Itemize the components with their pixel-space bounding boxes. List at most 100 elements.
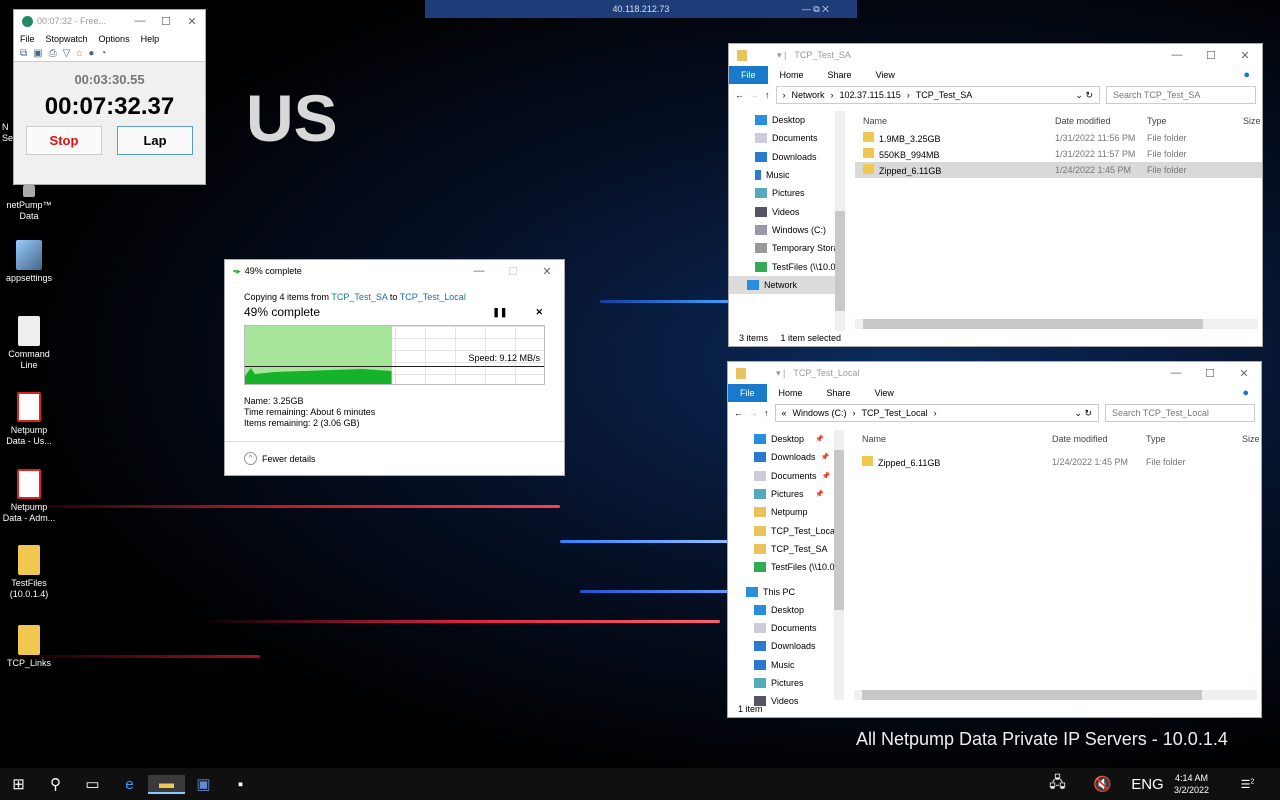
file-row[interactable]: Zipped_6.11GB 1/24/2022 1:45 PM File folde… — [854, 454, 1261, 470]
nav-item[interactable]: Downloads — [729, 148, 839, 166]
nav-item-this-pc[interactable]: This PC — [728, 582, 838, 600]
app-icon[interactable]: ▣ — [185, 775, 222, 793]
file-row-selected[interactable]: Zipped_6.11GB 1/24/2022 1:45 PM File folde… — [855, 162, 1262, 178]
file-explorer-icon[interactable]: ▬ — [148, 774, 185, 794]
quick-access-toolbar[interactable]: ▾ | — [777, 50, 786, 61]
minimize-button[interactable]: — — [1160, 49, 1194, 62]
nav-item[interactable]: Temporary Stora — [729, 239, 839, 257]
menu-file[interactable]: File — [20, 34, 35, 44]
copy-icon[interactable]: ⧉ — [20, 48, 27, 59]
up-button[interactable]: ↑ — [764, 408, 769, 418]
nav-item[interactable]: Windows (C:) — [729, 221, 839, 239]
horizontal-scrollbar[interactable] — [855, 319, 1258, 329]
remote-connection-bar[interactable]: 40.118.212.73 — ⧉ ✕ — [425, 0, 857, 18]
close-button[interactable]: ✕ — [1227, 367, 1261, 380]
notifications-icon[interactable]: ☰2 — [1229, 778, 1266, 791]
nav-item[interactable]: Pictures — [729, 184, 839, 202]
minimize-button[interactable]: — — [462, 265, 496, 278]
search-icon[interactable]: ⚲ — [37, 775, 74, 793]
fewer-details-button[interactable]: ^ Fewer details — [225, 441, 564, 475]
desktop-icon-netpump-admin-pdf[interactable]: Netpump Data - Adm... — [2, 469, 56, 524]
volume-muted-icon[interactable]: 🔇 — [1084, 775, 1121, 793]
nav-item[interactable]: TestFiles (\\10.0. — [728, 558, 838, 576]
nav-item[interactable]: Pictures — [728, 674, 838, 692]
ribbon-tab-home[interactable]: Home — [767, 388, 815, 398]
filter-icon[interactable]: ▽ — [63, 48, 71, 59]
pin-icon[interactable]: 📌 — [822, 472, 831, 480]
nav-scrollbar[interactable] — [835, 111, 845, 331]
info-icon[interactable]: ● — [88, 48, 94, 59]
cancel-button[interactable]: ✕ — [535, 307, 543, 318]
address-bar[interactable]: «Windows (C:) › TCP_Test_Local › ⌄ ↻ — [774, 404, 1099, 422]
maximize-button[interactable]: ☐ — [1193, 367, 1227, 380]
back-button[interactable]: ← — [735, 90, 744, 100]
nav-item[interactable]: TestFiles (\\10.0. — [729, 257, 839, 275]
nav-item[interactable]: Downloads 📌 — [728, 448, 838, 466]
network-icon[interactable]: 🖧 — [1039, 772, 1076, 797]
maximize-button[interactable]: ☐ — [153, 15, 179, 28]
nav-item-network[interactable]: Network — [729, 275, 839, 294]
nav-item[interactable]: Pictures 📌 — [728, 485, 838, 503]
quick-access-toolbar[interactable]: ▾ | — [776, 368, 785, 379]
ribbon-tab-view[interactable]: View — [863, 388, 906, 398]
destination-link[interactable]: TCP_Test_Local — [400, 292, 466, 302]
menu-options[interactable]: Options — [99, 34, 130, 44]
edge-icon[interactable]: e — [111, 776, 148, 793]
print-icon[interactable]: ⎙ — [49, 48, 57, 59]
nav-item[interactable]: Netpump — [728, 503, 838, 521]
nav-item[interactable]: Downloads — [728, 637, 838, 655]
nav-item[interactable]: Music — [728, 656, 838, 674]
start-button[interactable]: ⊞ — [0, 775, 37, 793]
minimize-button[interactable]: — — [1159, 367, 1193, 380]
forward-button[interactable]: → — [750, 90, 759, 100]
pin-icon[interactable]: 📌 — [821, 453, 830, 461]
nav-item[interactable]: Desktop — [729, 111, 839, 129]
desktop-icon-partial[interactable]: N Se — [2, 122, 13, 144]
help-icon[interactable]: ● — [1230, 387, 1261, 399]
nav-item[interactable]: TCP_Test_Local — [728, 521, 838, 539]
ribbon-tab-home[interactable]: Home — [768, 70, 816, 80]
pin-icon[interactable]: 📌 — [815, 435, 824, 443]
remote-window-controls[interactable]: — ⧉ ✕ — [802, 0, 829, 18]
menu-help[interactable]: Help — [141, 34, 160, 44]
task-view-icon[interactable]: ▭ — [74, 775, 111, 793]
file-row[interactable]: 1.9MB_3.25GB 1/31/2022 11:56 PM File folde… — [855, 130, 1262, 146]
cmd-icon[interactable]: ▪ — [222, 776, 259, 793]
ribbon-tab-share[interactable]: Share — [816, 70, 864, 80]
maximize-button[interactable]: ☐ — [1194, 49, 1228, 62]
lap-button[interactable]: Lap — [117, 126, 193, 155]
search-input[interactable]: Search TCP_Test_SA — [1106, 86, 1256, 104]
nav-item[interactable]: Music — [729, 166, 839, 184]
language-indicator[interactable]: ENG — [1129, 776, 1166, 793]
menu-stopwatch[interactable]: Stopwatch — [46, 34, 88, 44]
nav-item[interactable]: Documents — [728, 619, 838, 637]
address-bar[interactable]: › Network › 102.37.115.115 › TCP_Test_SA ⌄ ↻ — [775, 86, 1100, 104]
nav-item[interactable]: Documents — [729, 129, 839, 147]
desktop-icon-testfiles[interactable]: TestFiles (10.0.1.4) — [2, 545, 56, 600]
clock[interactable]: 4:14 AM 3/2/2022 — [1174, 772, 1209, 796]
desktop-icon-appsettings[interactable]: appsettings — [2, 240, 56, 284]
close-button[interactable]: ✕ — [530, 265, 564, 278]
nav-item[interactable]: Videos — [729, 202, 839, 220]
nav-item[interactable]: Desktop — [728, 601, 838, 619]
horizontal-scrollbar[interactable] — [854, 690, 1257, 700]
save-icon[interactable]: ▣ — [33, 48, 42, 59]
ribbon-tab-view[interactable]: View — [864, 70, 907, 80]
nav-item[interactable]: TCP_Test_SA — [728, 540, 838, 558]
minimize-button[interactable]: — — [127, 15, 153, 28]
search-input[interactable]: Search TCP_Test_Local — [1105, 404, 1255, 422]
desktop-icon-tcp-links[interactable]: TCP_Links — [2, 625, 56, 669]
desktop-icon-command-line[interactable]: Command Line — [2, 316, 56, 371]
desktop-icon-netpump-data[interactable]: netPump™ Data — [2, 185, 56, 222]
desktop-icon-netpump-user-pdf[interactable]: Netpump Data - Us... — [2, 392, 56, 447]
close-button[interactable]: ✕ — [179, 15, 205, 28]
pin-icon[interactable]: 📌 — [815, 490, 824, 498]
refresh-icon[interactable]: ⌄ ↻ — [1074, 408, 1092, 419]
home-icon[interactable]: ⌂ — [76, 48, 82, 59]
nav-scrollbar[interactable] — [834, 430, 844, 700]
source-link[interactable]: TCP_Test_SA — [331, 292, 387, 302]
pause-button[interactable]: ❚❚ — [492, 307, 507, 318]
back-button[interactable]: ← — [734, 408, 743, 418]
up-button[interactable]: ↑ — [765, 90, 770, 100]
nav-item[interactable]: Desktop 📌 — [728, 430, 838, 448]
